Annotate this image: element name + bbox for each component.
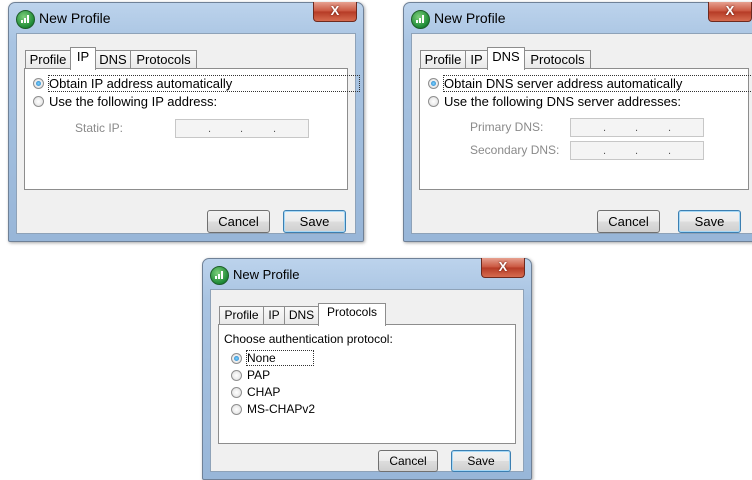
tab-protocols[interactable]: Protocols [524,50,591,68]
save-button[interactable]: Save [283,210,346,233]
static-ip-label: Static IP: [75,121,124,135]
close-icon: X [725,3,735,18]
tab-panel-protocols: Choose authentication protocol: None PAP… [218,324,516,444]
radio-button[interactable] [231,387,242,398]
radio-label: CHAP [247,385,281,399]
radio-label: Use the following DNS server addresses: [444,94,681,109]
tab-ip[interactable]: IP [70,47,96,70]
window-title: New Profile [434,10,506,26]
title-bar[interactable]: New Profile X [9,2,363,33]
radio-button[interactable] [231,370,242,381]
save-button[interactable]: Save [451,450,511,472]
close-icon: X [498,259,508,274]
tab-profile[interactable]: Profile [219,306,264,324]
radio-button[interactable] [33,78,44,89]
signal-app-icon [210,266,229,285]
cancel-button[interactable]: Cancel [378,450,438,472]
window-title: New Profile [39,10,111,26]
ip-octet-separator: . [668,122,672,134]
auth-protocol-prompt: Choose authentication protocol: [224,332,393,346]
ip-octet-separator: . [603,122,607,134]
signal-app-icon [411,10,430,29]
cancel-button[interactable]: Cancel [597,210,660,233]
close-button[interactable]: X [313,2,357,22]
ip-octet-separator: . [635,145,639,157]
save-button[interactable]: Save [678,210,741,233]
radio-button[interactable] [33,96,44,107]
radio-label: PAP [247,368,271,382]
tab-panel-ip: Obtain IP address automatically Use the … [24,68,360,190]
radio-button[interactable] [231,353,242,364]
dialog-client-area: Profile IP DNS Protocols Obtain IP addre… [16,33,360,234]
tab-profile[interactable]: Profile [420,50,466,68]
radio-label: None [246,350,314,366]
primary-dns-label: Primary DNS: [470,120,544,134]
tab-protocols[interactable]: Protocols [318,303,386,326]
radio-label: Obtain DNS server address automatically [443,75,752,92]
close-button[interactable]: X [708,2,752,22]
dialog-new-profile-protocols: New Profile X Profile IP DNS Protocols C… [202,258,532,480]
primary-dns-input[interactable]: . . . [570,118,704,137]
secondary-dns-label: Secondary DNS: [470,143,560,157]
cancel-button[interactable]: Cancel [207,210,270,233]
radio-button[interactable] [428,78,439,89]
tab-dns[interactable]: DNS [284,306,319,324]
title-bar[interactable]: New Profile X [404,2,752,33]
dialog-new-profile-ip: New Profile X Profile IP DNS Protocols O… [8,2,364,242]
title-bar[interactable]: New Profile X [203,258,531,289]
secondary-dns-input[interactable]: . . . [570,141,704,160]
tab-dns[interactable]: DNS [95,50,131,68]
ip-octet-separator: . [240,123,244,135]
radio-label: Use the following IP address: [49,94,218,109]
close-icon: X [330,3,340,18]
radio-label: MS-CHAPv2 [247,402,316,416]
radio-button[interactable] [428,96,439,107]
signal-app-icon [16,10,35,29]
tab-panel-dns: Obtain DNS server address automatically … [419,68,752,190]
static-ip-input[interactable]: . . . [175,119,309,138]
tab-dns[interactable]: DNS [487,47,525,70]
ip-octet-separator: . [603,145,607,157]
radio-label: Obtain IP address automatically [48,75,360,92]
window-title: New Profile [233,267,300,282]
tab-protocols[interactable]: Protocols [130,50,197,68]
tab-profile[interactable]: Profile [25,50,71,68]
ip-octet-separator: . [668,145,672,157]
dialog-new-profile-dns: New Profile X Profile IP DNS Protocols O… [403,2,752,242]
radio-button[interactable] [231,404,242,415]
ip-octet-separator: . [635,122,639,134]
tab-ip[interactable]: IP [263,306,285,324]
dialog-client-area: Profile IP DNS Protocols Choose authenti… [210,289,524,472]
ip-octet-separator: . [208,123,212,135]
ip-octet-separator: . [273,123,277,135]
close-button[interactable]: X [481,258,525,278]
tab-ip[interactable]: IP [465,50,488,68]
dialog-client-area: Profile IP DNS Protocols Obtain DNS serv… [411,33,752,234]
